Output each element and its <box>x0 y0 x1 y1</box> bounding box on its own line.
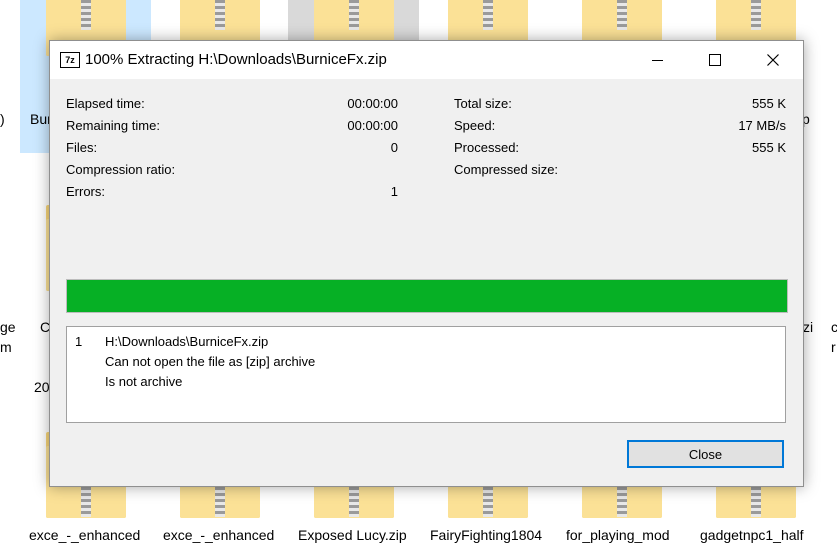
progress-bar-fill <box>67 280 787 312</box>
window-close-button[interactable] <box>744 41 802 79</box>
desktop-file-label[interactable]: exce_-_enhanced <box>163 527 274 543</box>
desktop-label-partial: m <box>0 339 12 355</box>
progress-bar <box>66 279 788 313</box>
elapsed-time-label: Elapsed time: <box>66 96 145 111</box>
speed-label: Speed: <box>454 118 496 133</box>
remaining-time-label: Remaining time: <box>66 118 160 133</box>
desktop-label-partial: r <box>831 339 836 355</box>
message-number: 1 <box>75 334 83 349</box>
desktop-label-partial: ) <box>0 111 5 127</box>
maximize-button[interactable] <box>686 41 744 79</box>
remaining-time-value: 00:00:00 <box>347 118 398 133</box>
desktop-label-partial: ge <box>0 319 16 335</box>
title-bar[interactable]: 7z 100% Extracting H:\Downloads\BurniceF… <box>50 41 803 79</box>
desktop-file-label[interactable]: Exposed Lucy.zip <box>298 527 407 543</box>
compressed-size-label: Compressed size: <box>454 162 559 177</box>
processed-value: 555 K <box>752 140 786 155</box>
files-value: 0 <box>390 140 398 155</box>
compression-ratio-label: Compression ratio: <box>66 162 176 177</box>
window-title: 100% Extracting H:\Downloads\BurniceFx.z… <box>85 51 387 68</box>
errors-value: 1 <box>390 184 398 199</box>
desktop-label-partial: 20 <box>34 379 50 395</box>
7zip-app-icon: 7z <box>60 52 80 68</box>
desktop-file-label[interactable]: FairyFighting1804 <box>430 527 542 543</box>
error-messages-list[interactable]: 1 H:\Downloads\BurniceFx.zip Can not ope… <box>66 326 786 423</box>
total-size-value: 555 K <box>752 96 786 111</box>
minimize-icon <box>651 59 663 61</box>
desktop-file-label[interactable]: gadgetnpc1_half <box>700 527 804 543</box>
speed-value: 17 MB/s <box>738 118 786 133</box>
desktop-file-label[interactable]: for_playing_mod <box>566 527 670 543</box>
desktop-label-partial: c <box>831 319 837 335</box>
total-size-label: Total size: <box>454 96 512 111</box>
processed-label: Processed: <box>454 140 520 155</box>
message-line: Is not archive <box>105 374 183 389</box>
elapsed-time-value: 00:00:00 <box>347 96 398 111</box>
extract-progress-dialog: 7z 100% Extracting H:\Downloads\BurniceF… <box>49 40 804 487</box>
desktop-label-partial: zi <box>803 319 814 335</box>
close-button[interactable]: Close <box>627 440 784 468</box>
desktop-file-label[interactable]: exce_-_enhanced <box>29 527 140 543</box>
message-line: H:\Downloads\BurniceFx.zip <box>105 334 269 349</box>
files-label: Files: <box>66 140 98 155</box>
minimize-button[interactable] <box>628 41 686 79</box>
message-line: Can not open the file as [zip] archive <box>105 354 316 369</box>
close-icon <box>767 54 779 66</box>
errors-label: Errors: <box>66 184 105 199</box>
maximize-icon <box>709 54 721 66</box>
